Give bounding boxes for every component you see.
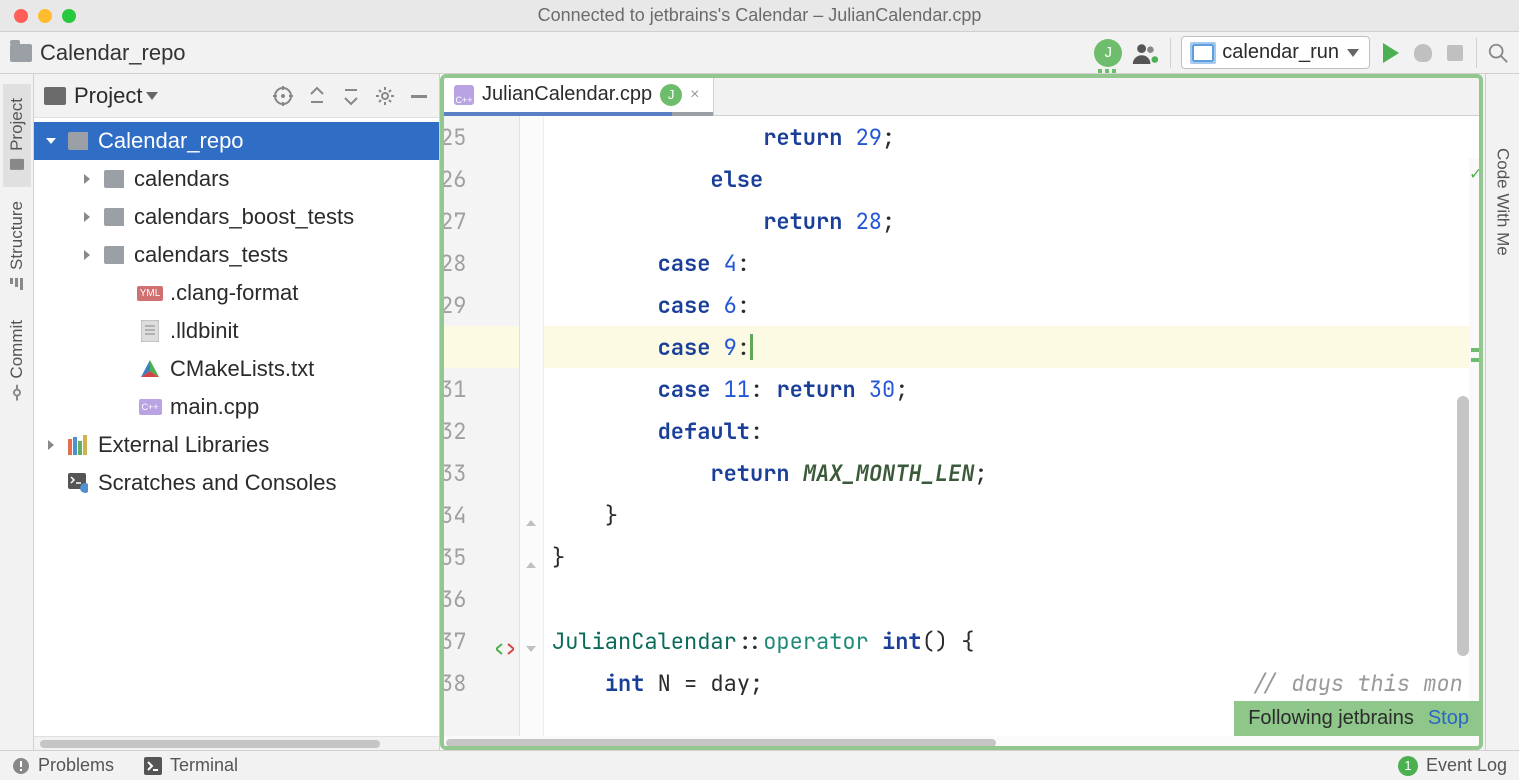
tree-item--clang-format[interactable]: YML.clang-format <box>34 274 439 312</box>
window-title: Connected to jetbrains's Calendar – Juli… <box>538 5 982 26</box>
commit-tool-tab[interactable]: Commit <box>3 306 31 415</box>
minimize-window-button[interactable] <box>38 9 52 23</box>
folder-icon <box>104 206 124 228</box>
collapse-all-icon[interactable] <box>341 86 361 106</box>
locate-icon[interactable] <box>273 86 293 106</box>
vertical-scrollbar[interactable] <box>1457 396 1469 656</box>
horizontal-scrollbar[interactable] <box>34 736 439 750</box>
txt-icon <box>140 320 160 342</box>
folder-icon <box>10 44 32 62</box>
debug-button[interactable] <box>1412 42 1434 64</box>
tree-item-calendars-tests[interactable]: calendars_tests <box>34 236 439 274</box>
terminal-button[interactable]: Terminal <box>144 755 238 776</box>
breadcrumb[interactable]: Calendar_repo <box>40 40 186 66</box>
code-with-me-users-icon[interactable] <box>1132 42 1160 64</box>
project-tool-tab[interactable]: Project <box>3 84 31 187</box>
project-tree[interactable]: Calendar_repocalendarscalendars_boost_te… <box>34 118 439 736</box>
status-bar: Problems Terminal 1 Event Log <box>0 750 1519 780</box>
settings-icon[interactable] <box>375 86 395 106</box>
cmake-icon <box>140 358 160 380</box>
close-tab-button[interactable]: × <box>690 86 699 104</box>
project-title[interactable]: Project <box>74 83 142 109</box>
cpp-icon: C++ <box>140 396 160 418</box>
expand-all-icon[interactable] <box>307 86 327 106</box>
problems-button[interactable]: Problems <box>12 755 114 776</box>
lib-icon <box>68 434 88 456</box>
play-icon <box>1383 43 1399 63</box>
chevron-down-icon <box>1347 49 1359 57</box>
code-with-me-tool-tab[interactable]: Code With Me <box>1489 134 1517 270</box>
maximize-window-button[interactable] <box>62 9 76 23</box>
folder-icon <box>44 87 66 105</box>
code-editor[interactable]: 2526272829303132333435363738 return 29; … <box>440 116 1483 736</box>
event-count-badge: 1 <box>1398 756 1418 776</box>
tree-item-calendar-repo[interactable]: Calendar_repo <box>34 122 439 160</box>
navigation-toolbar: Calendar_repo J calendar_run <box>0 32 1519 74</box>
editor-tab[interactable]: C++ JulianCalendar.cpp J × <box>440 74 714 115</box>
right-tool-window-bar: Code With Me <box>1485 74 1519 750</box>
collaborator-badge: J <box>660 84 682 106</box>
run-button[interactable] <box>1380 42 1402 64</box>
horizontal-scrollbar[interactable] <box>440 736 1483 750</box>
tree-item-calendars-boost-tests[interactable]: calendars_boost_tests <box>34 198 439 236</box>
event-log-button[interactable]: Event Log <box>1426 755 1507 776</box>
following-indicator: Following jetbrains Stop <box>1234 701 1483 736</box>
inspection-ok-icon: ✓ <box>1470 162 1481 185</box>
scratch-icon <box>68 472 88 494</box>
yml-icon: YML <box>140 282 160 304</box>
tree-item-scratches-and-consoles[interactable]: Scratches and Consoles <box>34 464 439 502</box>
run-config-icon <box>1192 44 1214 62</box>
collaborator-avatar[interactable]: J <box>1094 39 1122 67</box>
project-tool-window: Project Calendar_repocalendarscalendars_… <box>34 74 440 750</box>
tree-item-cmakelists-txt[interactable]: CMakeLists.txt <box>34 350 439 388</box>
stop-icon <box>1447 45 1463 61</box>
editor-tabs: C++ JulianCalendar.cpp J × <box>440 74 1483 116</box>
project-header: Project <box>34 74 439 118</box>
hide-icon[interactable] <box>409 86 429 106</box>
tab-filename: JulianCalendar.cpp <box>482 83 652 106</box>
tree-item--lldbinit[interactable]: .lldbinit <box>34 312 439 350</box>
window-controls <box>0 9 76 23</box>
editor-marker-strip[interactable]: ✓ <box>1469 158 1483 736</box>
titlebar: Connected to jetbrains's Calendar – Juli… <box>0 0 1519 32</box>
structure-tool-tab[interactable]: Structure <box>3 187 31 306</box>
tree-item-calendars[interactable]: calendars <box>34 160 439 198</box>
editor: C++ JulianCalendar.cpp J × 2526272829303… <box>440 74 1483 750</box>
folder-icon <box>104 168 124 190</box>
folder-icon <box>104 244 124 266</box>
close-window-button[interactable] <box>14 9 28 23</box>
cpp-file-icon: C++ <box>454 85 474 105</box>
run-configuration-selector[interactable]: calendar_run <box>1181 36 1370 69</box>
bug-icon <box>1414 44 1432 62</box>
stop-button <box>1444 42 1466 64</box>
left-tool-window-bar: Project Structure Commit <box>0 74 34 750</box>
search-everywhere-button[interactable] <box>1487 42 1509 64</box>
tree-item-external-libraries[interactable]: External Libraries <box>34 426 439 464</box>
stop-following-button[interactable]: Stop <box>1428 707 1469 730</box>
folder-icon <box>68 130 88 152</box>
tree-item-main-cpp[interactable]: C++main.cpp <box>34 388 439 426</box>
